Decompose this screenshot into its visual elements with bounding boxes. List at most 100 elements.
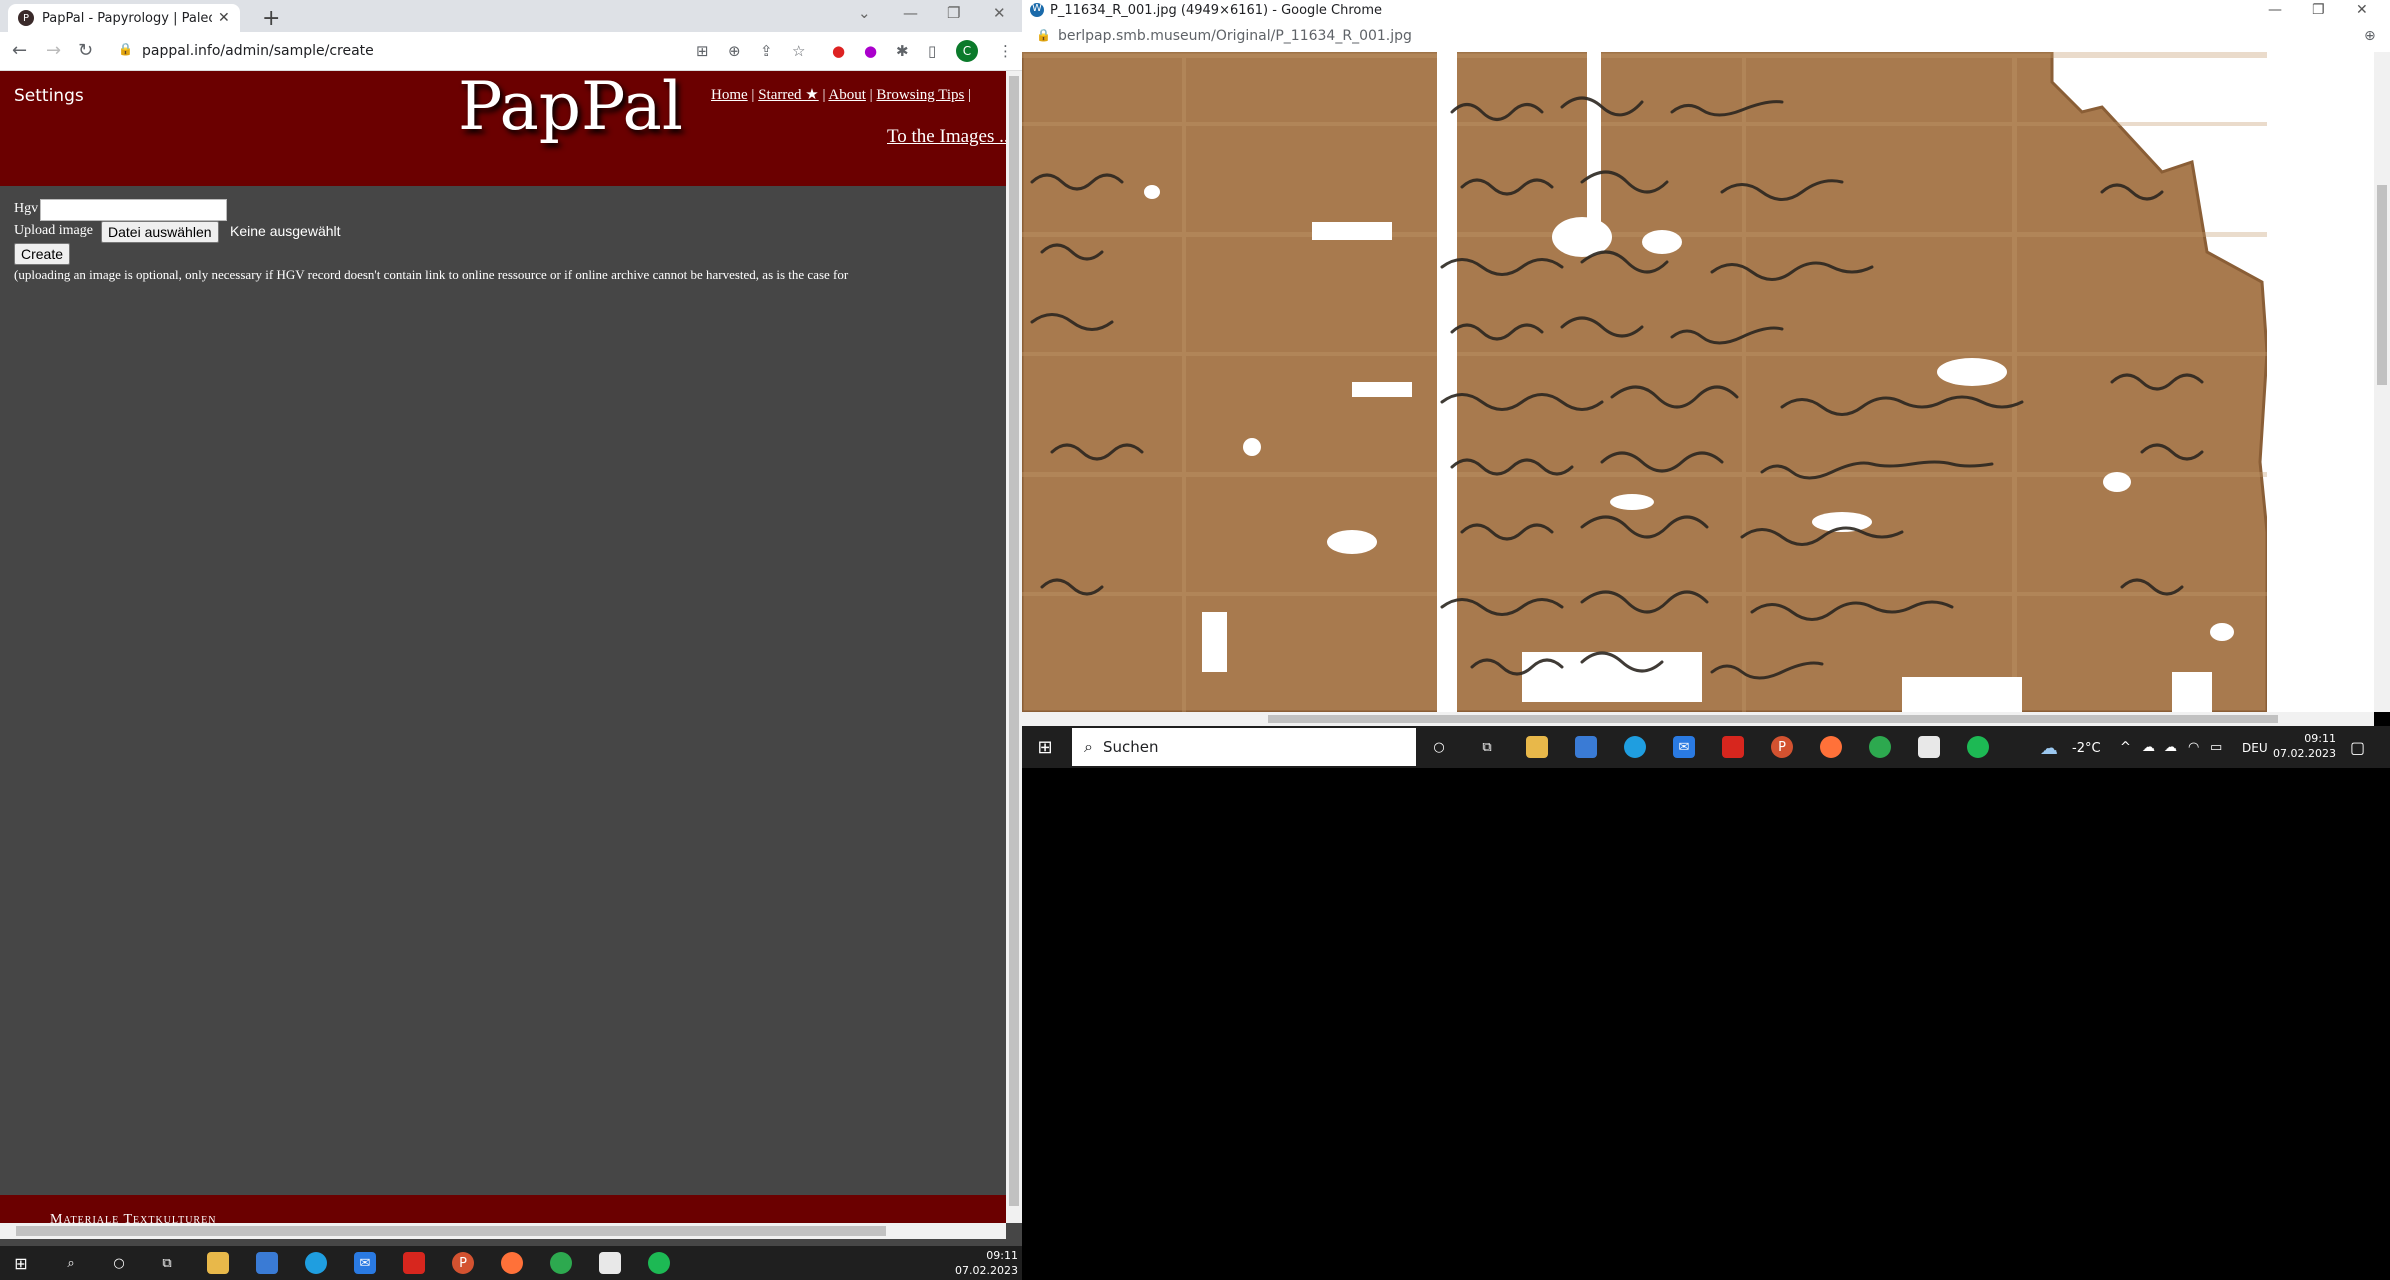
powerpoint-icon[interactable]: P [452, 1252, 474, 1274]
papyrus-image[interactable] [1022, 52, 2267, 712]
tab-title: PapPal - Papyrology | Paleographic [42, 10, 212, 26]
weather-temp[interactable]: -2°C [2072, 741, 2101, 756]
language-indicator[interactable]: DEU [2242, 741, 2268, 755]
search-icon[interactable]: ⌕ [60, 1252, 82, 1274]
battery-icon[interactable]: ▭ [2210, 740, 2222, 755]
clock-date: 07.02.2023 [955, 1264, 1018, 1277]
windows-start-icon[interactable]: ⊞ [1034, 736, 1056, 758]
edge-icon[interactable] [305, 1252, 327, 1274]
minimize-icon[interactable]: — [2268, 2, 2282, 18]
spotify-icon[interactable] [1967, 736, 1989, 758]
hgv-input[interactable] [40, 199, 227, 221]
tab-pappal[interactable]: P PapPal - Papyrology | Paleographic ✕ [8, 4, 240, 32]
nav-separator: | [822, 87, 826, 103]
mail-icon[interactable]: ✉ [1673, 736, 1695, 758]
image-viewport [1022, 52, 2390, 712]
horizontal-scroll-thumb[interactable] [16, 1226, 886, 1236]
search-placeholder: Suchen [1102, 738, 1159, 756]
nav-starred[interactable]: Starred ★ [758, 87, 819, 103]
minimize-icon[interactable]: — [903, 4, 918, 22]
cortana-icon[interactable]: ○ [108, 1252, 130, 1274]
store-icon[interactable] [256, 1252, 278, 1274]
close-tab-icon[interactable]: ✕ [218, 10, 230, 26]
extensions-icon[interactable]: ✱ [896, 42, 909, 60]
search-icon: ⌕ [1084, 737, 1093, 756]
nav-home[interactable]: Home [711, 87, 748, 103]
top-navigation: Home | Starred ★ | About | Browsing Tips… [711, 85, 971, 104]
firefox-icon[interactable] [1820, 736, 1842, 758]
settings-link[interactable]: Settings [14, 86, 84, 106]
spotify-icon[interactable] [648, 1252, 670, 1274]
share-icon[interactable]: ⇪ [760, 42, 773, 60]
address-bar[interactable]: pappal.info/admin/sample/create [142, 43, 374, 59]
clock-date: 07.02.2023 [2273, 747, 2336, 760]
task-view-icon[interactable]: ⧉ [156, 1252, 178, 1274]
hgv-label: Hgv [14, 201, 39, 216]
extension-purple-icon[interactable]: ● [864, 42, 877, 60]
mail-icon[interactable]: ✉ [354, 1252, 376, 1274]
file-explorer-icon[interactable] [1526, 736, 1548, 758]
network-icon[interactable]: ☁ [2142, 740, 2155, 755]
translate-icon[interactable]: ⊞ [696, 42, 709, 60]
windows-start-icon[interactable]: ⊞ [10, 1252, 32, 1274]
zoom-icon[interactable]: ⊕ [728, 42, 741, 60]
new-tab-icon[interactable]: + [262, 6, 280, 31]
nav-separator: | [751, 87, 755, 103]
left-browser-window: P PapPal - Papyrology | Paleographic ✕ +… [0, 0, 1022, 1246]
lock-icon[interactable]: 🔒 [118, 42, 133, 56]
powerpoint-icon[interactable]: P [1771, 736, 1793, 758]
firefox-icon[interactable] [501, 1252, 523, 1274]
profile-avatar[interactable]: C [956, 40, 978, 62]
task-view-icon[interactable]: ⧉ [1476, 736, 1498, 758]
notes-icon[interactable] [599, 1252, 621, 1274]
clock[interactable]: 09:11 07.02.2023 [2268, 731, 2336, 761]
notification-icon[interactable]: ▢ [2350, 738, 2365, 757]
right-horizontal-scroll-thumb[interactable] [1268, 715, 2278, 723]
zoom-icon[interactable]: ⊕ [2364, 28, 2376, 44]
vertical-scroll-thumb[interactable] [1009, 76, 1019, 1206]
restore-icon[interactable]: ❐ [947, 4, 960, 22]
star-icon[interactable]: ☆ [792, 42, 805, 60]
chrome-icon[interactable] [1869, 736, 1891, 758]
wordpress-favicon-icon: W [1030, 3, 1044, 17]
taskbar-search-box[interactable]: ⌕ Suchen [1072, 728, 1416, 766]
weather-icon[interactable]: ☁ [2040, 738, 2058, 759]
window-close-icon[interactable]: ✕ [993, 4, 1006, 22]
browser-toolbar: ← → ↻ 🔒 pappal.info/admin/sample/create … [0, 32, 1022, 71]
right-address-bar[interactable]: berlpap.smb.museum/Original/P_11634_R_00… [1058, 28, 1412, 44]
clock[interactable]: 09:11 07.02.2023 [950, 1248, 1018, 1278]
cloud-sync-icon[interactable]: ☁ [2164, 740, 2177, 755]
create-button[interactable]: Create [14, 243, 71, 265]
lock-icon[interactable]: 🔒 [1036, 28, 1051, 42]
reload-icon[interactable]: ↻ [78, 40, 93, 61]
acrobat-icon[interactable] [403, 1252, 425, 1274]
notes-icon[interactable] [1918, 736, 1940, 758]
pappal-favicon-icon: P [18, 10, 34, 26]
right-window-title: P_11634_R_001.jpg (4949×6161) - Google C… [1050, 3, 1383, 18]
tab-strip: P PapPal - Papyrology | Paleographic ✕ +… [0, 0, 1022, 32]
extension-red-icon[interactable]: ● [832, 42, 845, 60]
to-the-images-link[interactable]: To the Images ... [887, 126, 1013, 148]
menu-icon[interactable]: ⋮ [998, 42, 1013, 60]
sidebar-icon[interactable]: ▯ [928, 42, 936, 60]
restore-icon[interactable]: ❐ [2312, 2, 2325, 18]
nav-about[interactable]: About [828, 87, 866, 103]
right-vertical-scroll-thumb[interactable] [2377, 185, 2387, 385]
chrome-icon[interactable] [550, 1252, 572, 1274]
chevron-up-icon[interactable]: ^ [2120, 740, 2131, 755]
no-file-selected-text: Keine ausgewählt [230, 223, 341, 239]
file-explorer-icon[interactable] [207, 1252, 229, 1274]
nav-separator: | [968, 87, 972, 103]
acrobat-icon[interactable] [1722, 736, 1744, 758]
wifi-icon[interactable]: ◠ [2188, 740, 2199, 755]
left-taskbar: ⊞ ⌕ ○ ⧉ ✉ P 09:11 07.02.2023 [0, 1246, 1022, 1280]
back-icon[interactable]: ← [12, 40, 27, 61]
forward-icon[interactable]: → [46, 40, 61, 61]
window-close-icon[interactable]: ✕ [2356, 2, 2368, 18]
tab-search-icon[interactable]: ⌄ [858, 4, 871, 22]
choose-file-button[interactable]: Datei auswählen [101, 221, 219, 243]
edge-icon[interactable] [1624, 736, 1646, 758]
store-icon[interactable] [1575, 736, 1597, 758]
nav-browsing-tips[interactable]: Browsing Tips [876, 87, 964, 103]
cortana-icon[interactable]: ○ [1428, 736, 1450, 758]
